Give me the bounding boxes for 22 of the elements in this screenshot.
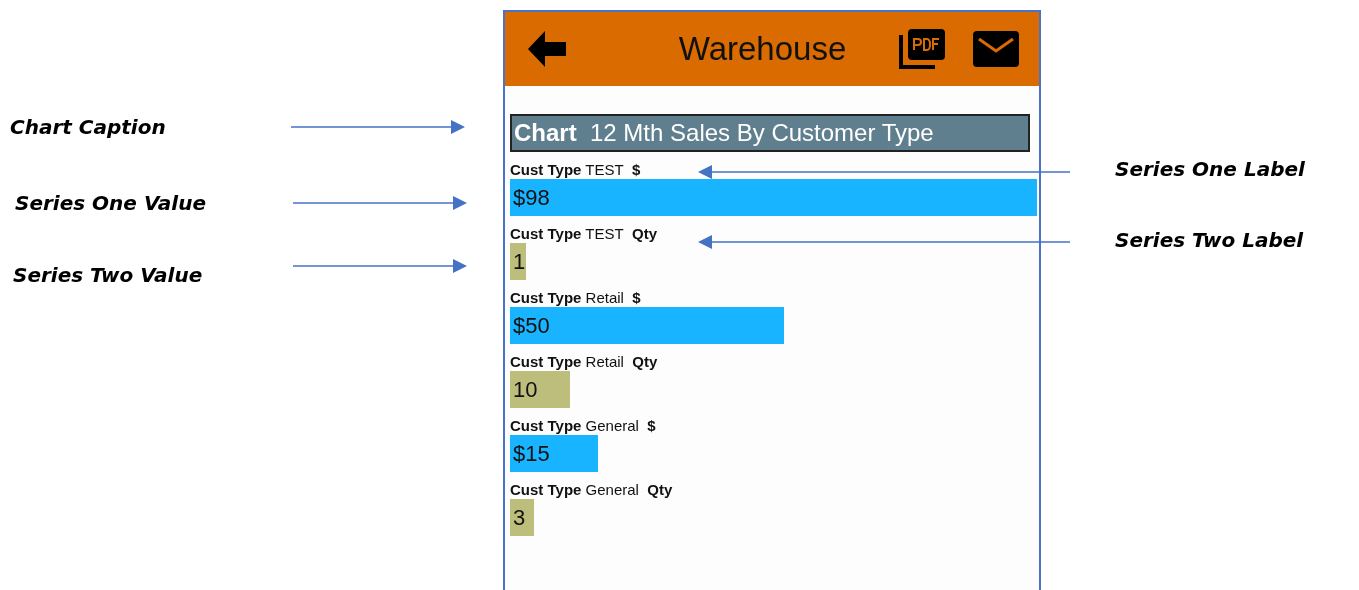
annotation-text: Series One Label	[1115, 156, 1305, 182]
mail-icon[interactable]	[973, 31, 1019, 67]
screen-title: Warehouse	[677, 30, 848, 68]
series-label: Cust Type Retail $	[510, 289, 641, 306]
series-label: Cust Type Retail Qty	[510, 353, 658, 370]
annotation-text: Series Two Value	[13, 262, 203, 288]
series-label: Cust Type TEST $	[510, 161, 641, 178]
annotation-text: Chart Caption	[10, 114, 166, 140]
bar: 3	[510, 499, 534, 536]
bar: 10	[510, 371, 570, 408]
pdf-icon[interactable]	[899, 29, 947, 69]
series-label: Cust Type General $	[510, 417, 656, 434]
back-arrow-icon[interactable]	[528, 31, 566, 67]
bar: $15	[510, 435, 598, 472]
annotation-text: Series One Value	[15, 190, 206, 216]
annotation-text: Series Two Label	[1115, 227, 1304, 253]
series-label: Cust Type General Qty	[510, 481, 673, 498]
series-label: Cust Type TEST Qty	[510, 225, 657, 242]
bar: $50	[510, 307, 784, 344]
chart-caption: Chart 12 Mth Sales By Customer Type	[510, 114, 1030, 152]
bar: 1	[510, 243, 527, 280]
bar: $98	[510, 179, 1037, 216]
